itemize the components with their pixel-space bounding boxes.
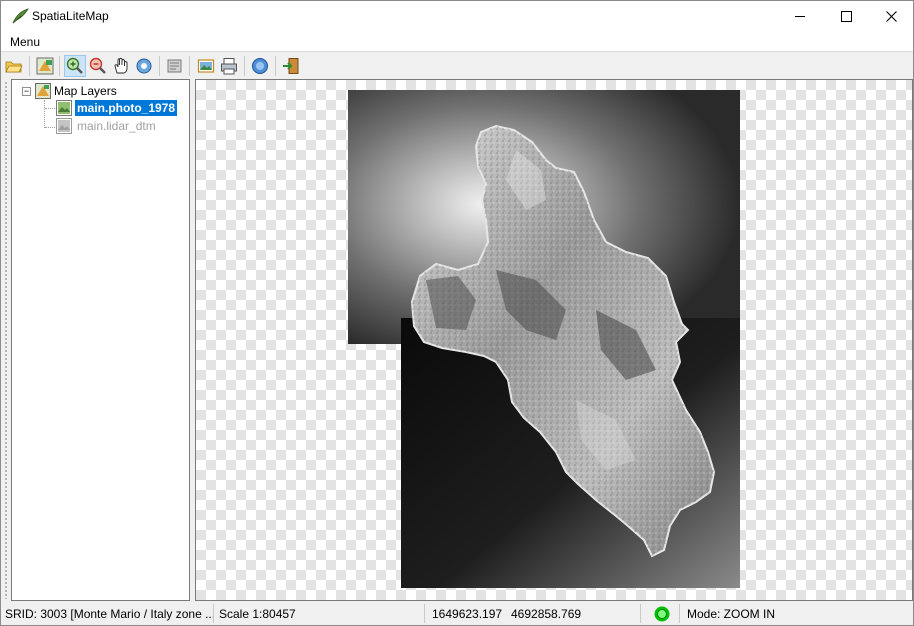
application-window: SpatiaLiteMap Menu − Map Layers main.pho… xyxy=(0,0,914,626)
zoom-in-button[interactable] xyxy=(64,55,86,77)
layer-item-photo-1978[interactable]: main.photo_1978 xyxy=(56,98,178,117)
layer-label: main.photo_1978 xyxy=(75,99,178,116)
print-button[interactable] xyxy=(218,55,240,77)
feather-app-icon xyxy=(12,8,29,24)
map-canvas[interactable] xyxy=(195,79,913,601)
layer-label: main.lidar_dtm xyxy=(77,119,156,133)
tree-root-label: Map Layers xyxy=(54,84,117,98)
about-icon xyxy=(252,58,268,74)
zoom-out-button[interactable] xyxy=(87,55,109,77)
aerial-photo-raster xyxy=(348,90,740,588)
minimize-icon xyxy=(794,16,805,17)
export-image-icon xyxy=(197,59,215,73)
properties-icon xyxy=(167,59,182,73)
menu-item-menu[interactable]: Menu xyxy=(10,35,40,49)
map-layers-icon xyxy=(35,83,51,99)
pan-button[interactable] xyxy=(110,55,132,77)
status-indicator-icon xyxy=(654,606,670,622)
y-coordinate: 4692858.769 xyxy=(511,607,582,621)
identify-button[interactable] xyxy=(133,55,155,77)
close-icon xyxy=(885,11,897,22)
collapse-toggle[interactable]: − xyxy=(22,86,31,96)
raster-layer-icon xyxy=(56,99,72,116)
toolbar xyxy=(1,51,913,79)
exit-icon xyxy=(283,58,299,74)
layers-icon xyxy=(36,57,54,75)
panel-splitter[interactable] xyxy=(4,81,8,599)
layers-button[interactable] xyxy=(34,55,56,77)
maximize-button[interactable] xyxy=(823,1,869,32)
status-indicator xyxy=(649,604,677,624)
zoom-in-icon xyxy=(66,57,83,74)
minimize-button[interactable] xyxy=(777,1,823,32)
scale-status: Scale 1:80457 xyxy=(219,607,296,621)
mode-status: Mode: ZOOM IN xyxy=(687,607,776,621)
maximize-icon xyxy=(840,11,852,22)
export-image-button[interactable] xyxy=(195,55,217,77)
title-bar: SpatiaLiteMap xyxy=(1,1,913,32)
window-title: SpatiaLiteMap xyxy=(32,9,109,23)
properties-button[interactable] xyxy=(164,55,186,77)
print-icon xyxy=(221,58,237,75)
layer-tree-panel: − Map Layers main.photo_1978 main.lidar_… xyxy=(11,79,190,601)
srid-status: SRID: 3003 [Monte Mario / Italy zone ... xyxy=(5,607,213,621)
open-button[interactable] xyxy=(3,55,25,77)
layer-item-lidar-dtm[interactable]: main.lidar_dtm xyxy=(56,117,158,135)
about-button[interactable] xyxy=(249,55,271,77)
pan-hand-icon xyxy=(114,57,128,74)
close-button[interactable] xyxy=(868,1,914,32)
exit-button[interactable] xyxy=(280,55,302,77)
zoom-out-icon xyxy=(89,57,106,74)
identify-icon xyxy=(136,58,152,74)
menu-bar: Menu xyxy=(1,32,913,51)
x-coordinate: 1649623.197 xyxy=(432,607,503,621)
raster-layer-hidden-icon xyxy=(56,118,72,134)
open-folder-icon xyxy=(5,61,23,73)
status-bar: SRID: 3003 [Monte Mario / Italy zone ...… xyxy=(1,602,913,625)
